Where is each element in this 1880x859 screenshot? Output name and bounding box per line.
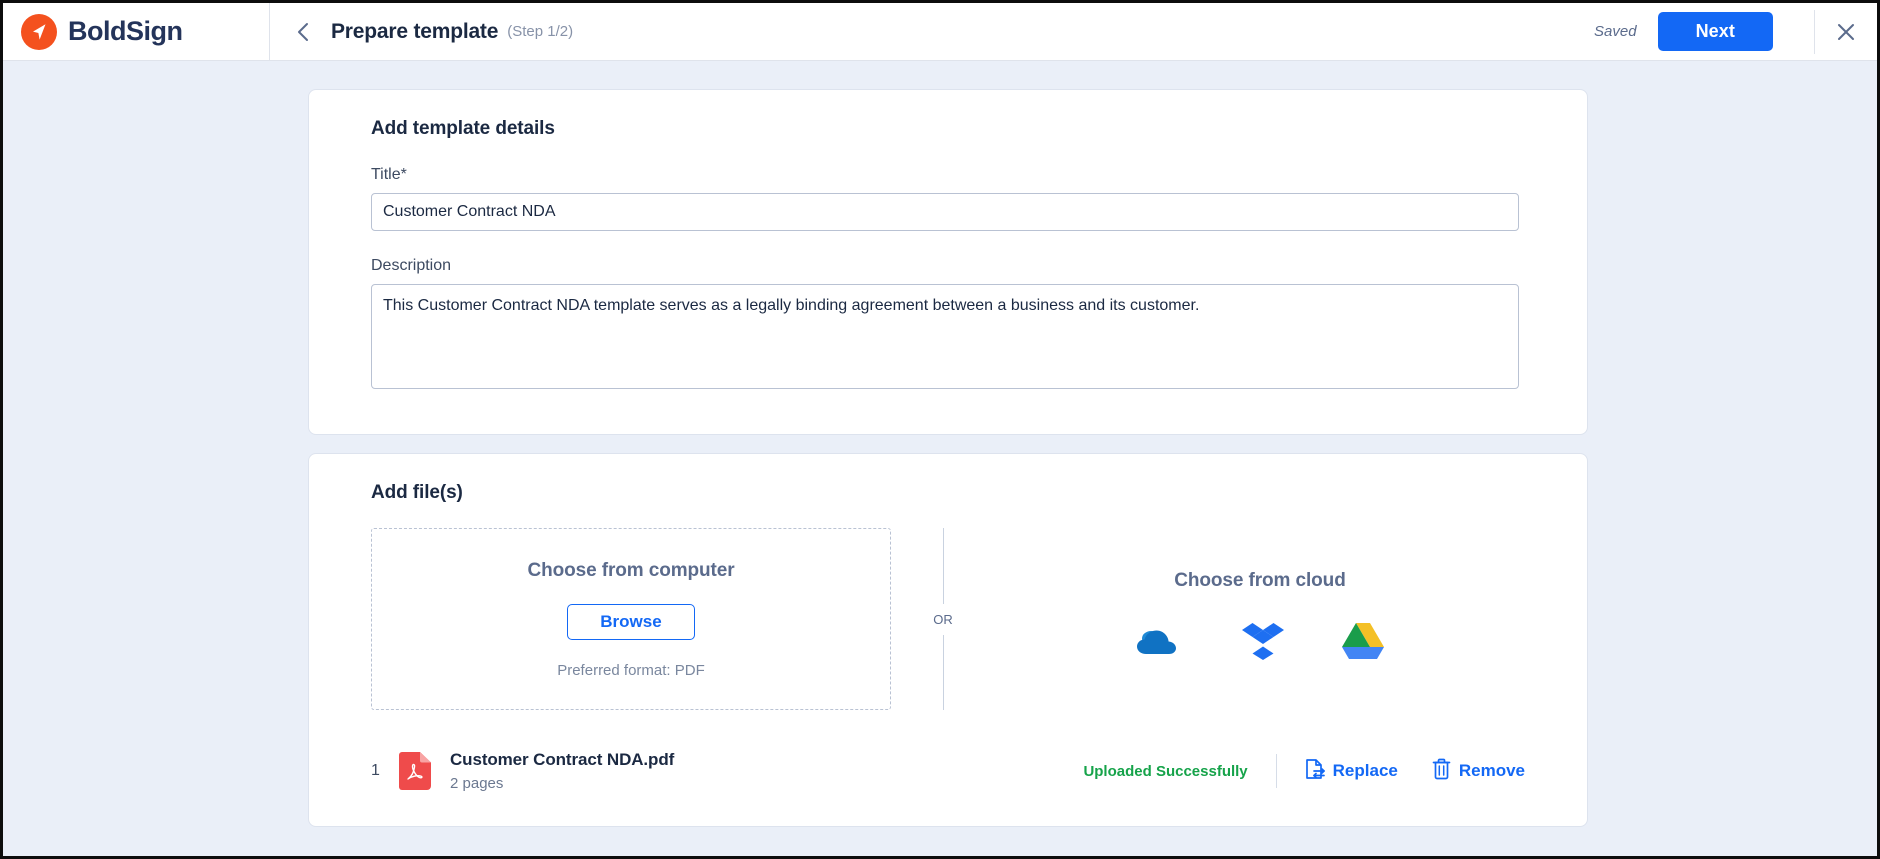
details-heading: Add template details: [371, 118, 555, 139]
header-actions: Saved Next: [1594, 3, 1815, 60]
cloud-options: Choose from cloud: [995, 528, 1525, 710]
boldsign-logo-icon: [21, 13, 57, 50]
description-label: Description: [371, 257, 452, 274]
computer-dropzone[interactable]: Choose from computer Browse Preferred fo…: [371, 528, 891, 710]
remove-button[interactable]: Remove: [1432, 758, 1525, 785]
uploaded-file-row: 1 Customer Contract NDA.pdf 2 pages Uplo…: [371, 750, 1525, 792]
or-separator: OR: [891, 528, 995, 710]
googledrive-icon[interactable]: [1342, 622, 1384, 660]
title-input[interactable]: [371, 193, 1519, 231]
main-content: Add template details Title* Description …: [3, 61, 1877, 856]
saved-status: Saved: [1594, 23, 1637, 40]
app-header: BoldSign Prepare template (Step 1/2) Sav…: [3, 3, 1877, 61]
or-line-top: [942, 528, 944, 604]
files-heading: Add file(s): [371, 482, 463, 503]
file-meta: Customer Contract NDA.pdf 2 pages: [450, 750, 674, 792]
brand-name: BoldSign: [68, 16, 183, 46]
title-label: Title*: [371, 166, 407, 183]
cloud-title: Choose from cloud: [1174, 570, 1346, 591]
remove-label: Remove: [1458, 761, 1525, 780]
file-name: Customer Contract NDA.pdf: [450, 750, 675, 769]
or-label: OR: [933, 611, 953, 627]
or-line-bottom: [942, 634, 944, 710]
action-divider: [1275, 754, 1277, 788]
description-input[interactable]: [371, 284, 1519, 389]
chevron-left-icon[interactable]: [291, 17, 317, 47]
header-title-area: Prepare template (Step 1/2): [270, 3, 1594, 60]
pdf-file-icon: [399, 752, 431, 790]
template-details-card: Add template details Title* Description: [308, 89, 1588, 435]
file-actions: Uploaded Successfully Replace Remove: [1083, 754, 1525, 788]
file-page-count: 2 pages: [450, 775, 504, 792]
file-index: 1: [371, 762, 380, 779]
replace-label: Replace: [1332, 761, 1398, 780]
upload-options-row: Choose from computer Browse Preferred fo…: [371, 528, 1525, 710]
trash-icon: [1432, 758, 1451, 785]
cloud-provider-list: [1136, 622, 1384, 660]
add-files-card: Add file(s) Choose from computer Browse …: [308, 453, 1588, 827]
dropzone-title: Choose from computer: [527, 559, 735, 581]
page-title: Prepare template: [331, 19, 499, 43]
replace-button[interactable]: Replace: [1305, 758, 1398, 785]
onedrive-icon[interactable]: [1136, 624, 1184, 658]
step-label: (Step 1/2): [507, 23, 574, 40]
preferred-format-text: Preferred format: PDF: [557, 661, 705, 679]
next-button[interactable]: Next: [1657, 12, 1773, 51]
replace-file-icon: [1305, 758, 1325, 785]
brand-logo[interactable]: BoldSign: [3, 3, 270, 60]
close-icon[interactable]: [1815, 3, 1877, 60]
dropbox-icon[interactable]: [1242, 622, 1284, 660]
browse-button[interactable]: Browse: [567, 603, 695, 640]
status-badge: Uploaded Successfully: [1083, 762, 1248, 780]
